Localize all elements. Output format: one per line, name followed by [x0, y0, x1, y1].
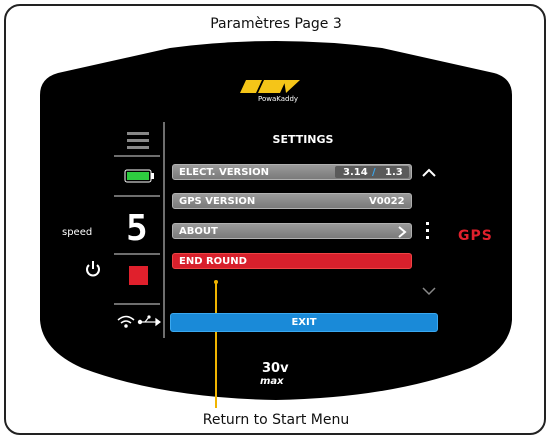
device-illustration: 30v max [40, 41, 512, 408]
model-badge-bottom: max [260, 376, 284, 387]
menu-item-label: ELECT. VERSION [179, 167, 270, 178]
exit-button[interactable]: EXIT [170, 313, 438, 332]
callout-dot [214, 280, 218, 284]
menu-item-gps-version[interactable]: GPS VERSION V0022 [172, 193, 412, 209]
menu-item-elect-version[interactable]: ELECT. VERSION 3.14 / 1.3 [172, 164, 412, 180]
gps-version-value: V0022 [369, 196, 405, 207]
gps-label: GPS [458, 228, 493, 244]
menu-item-label: ABOUT [179, 226, 218, 237]
speed-value: 5 [126, 208, 148, 249]
brand-logo-text: PowaKaddy [258, 95, 299, 103]
menu-item-label: END ROUND [179, 256, 247, 267]
speed-label: speed [62, 227, 93, 238]
elect-version-value-b: 1.3 [385, 167, 403, 178]
vertical-dots-icon [426, 222, 429, 239]
chevron-right-icon [398, 226, 407, 238]
stop-square-icon [129, 266, 148, 285]
menu-item-about[interactable]: ABOUT [172, 223, 412, 239]
menu-item-label: GPS VERSION [179, 196, 256, 207]
hamburger-menu-icon [127, 132, 149, 149]
menu-item-end-round[interactable]: END ROUND [172, 253, 412, 269]
footer-caption: Return to Start Menu [202, 412, 350, 428]
elect-version-value-a: 3.14 [343, 167, 368, 178]
elect-version-separator: / [372, 167, 376, 178]
settings-title: SETTINGS [272, 133, 334, 146]
model-badge-top: 30v [262, 361, 289, 376]
